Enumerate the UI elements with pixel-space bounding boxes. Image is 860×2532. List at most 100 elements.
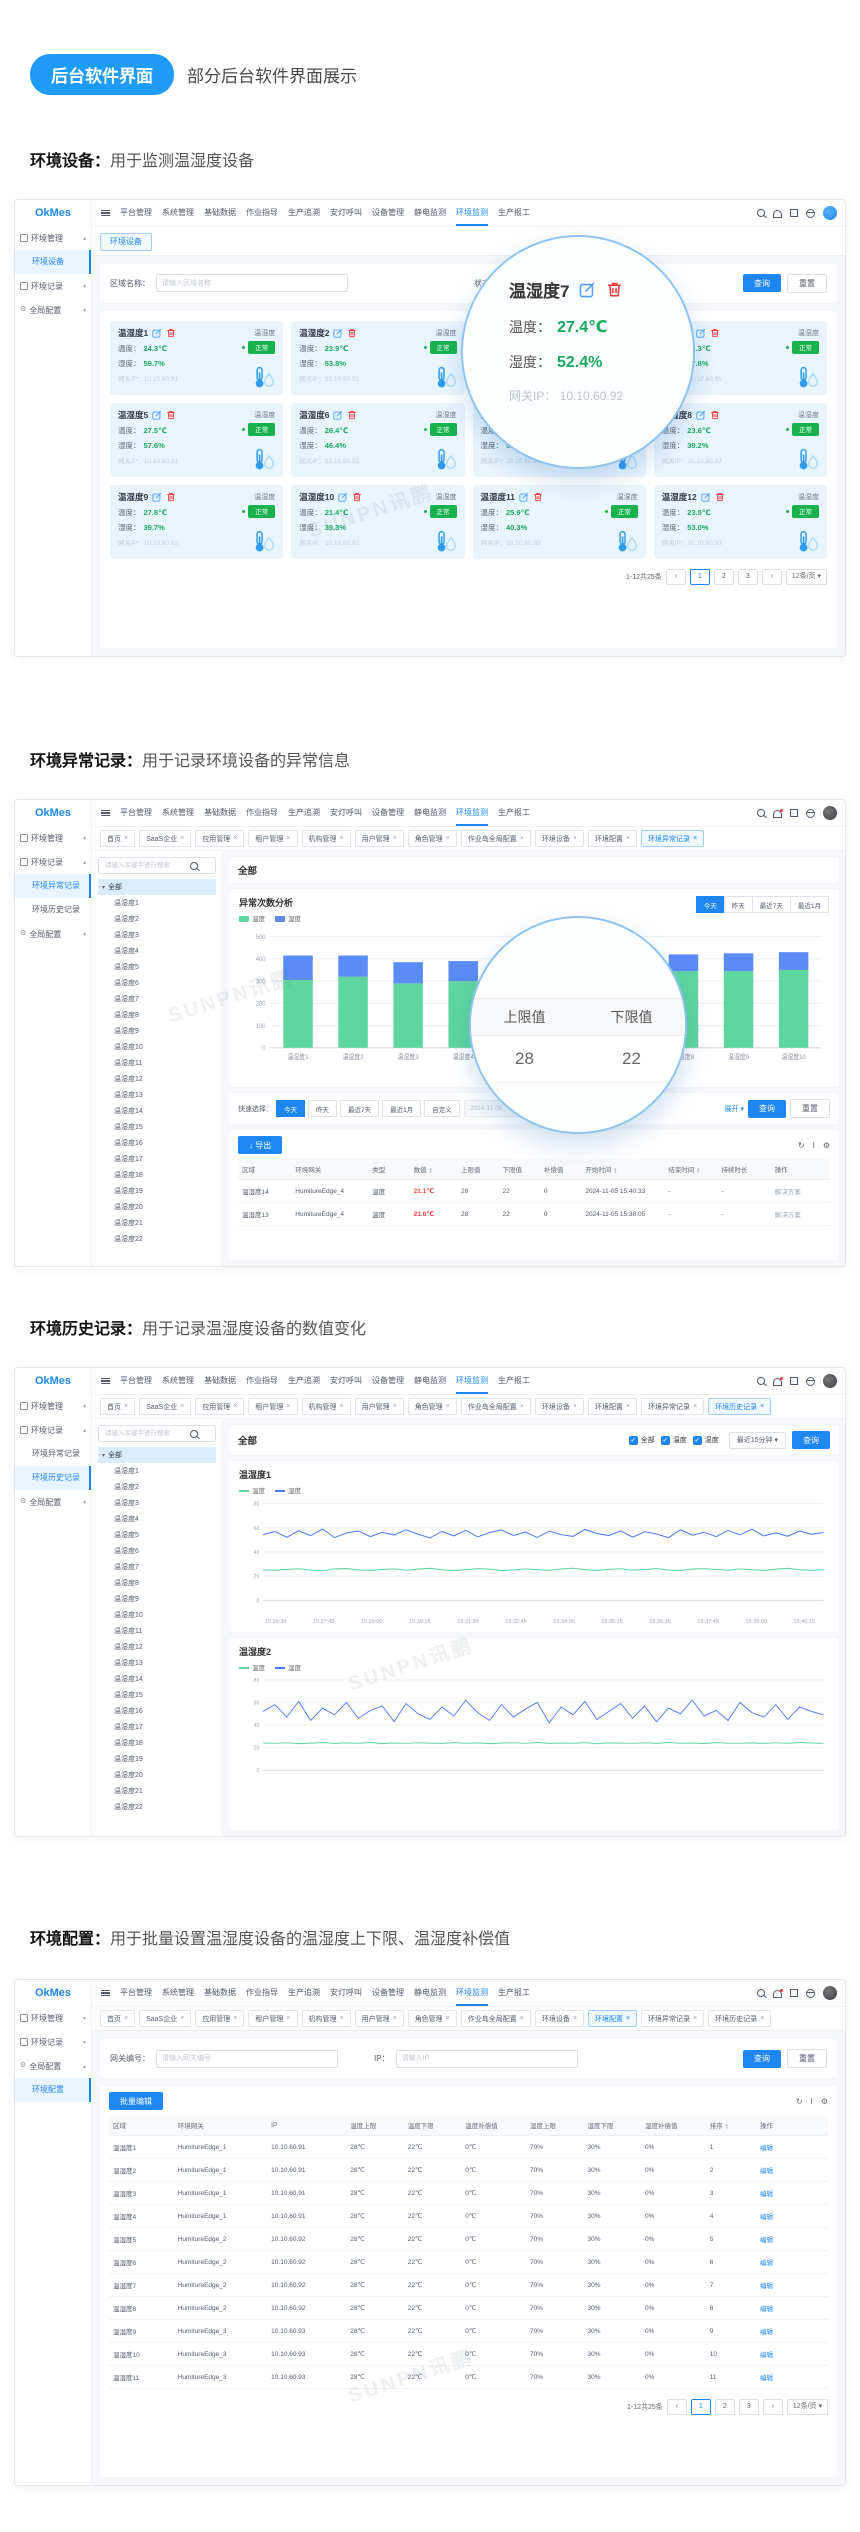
tree-item-温湿度4[interactable]: 温湿度4 (98, 1511, 216, 1527)
sort-icon[interactable]: ▲▼ (696, 1167, 700, 1174)
user-avatar[interactable] (823, 1374, 837, 1388)
tree-item-温湿度16[interactable]: 温湿度16 (98, 1135, 216, 1151)
fullscreen-icon[interactable] (790, 809, 798, 817)
close-icon[interactable]: × (393, 1403, 397, 1410)
sidebar-group-全局配置[interactable]: ⚙全局配置▾ (15, 298, 91, 322)
close-icon[interactable]: × (233, 2015, 237, 2022)
column-header[interactable]: 结束时间▲▼ (664, 1159, 717, 1180)
column-header[interactable]: 持续时长 (717, 1159, 770, 1180)
gateway-no-input[interactable] (156, 2050, 338, 2068)
table-settings-icon[interactable]: ⚙ (821, 2097, 828, 2106)
close-icon[interactable]: × (340, 835, 344, 842)
nav-item-作业指导[interactable]: 作业指导 (246, 1981, 278, 2006)
tree-item-温湿度10[interactable]: 温湿度10 (98, 1607, 216, 1623)
nav-item-安灯呼叫[interactable]: 安灯呼叫 (330, 1981, 362, 2006)
close-icon[interactable]: × (393, 835, 397, 842)
tree-item-温湿度9[interactable]: 温湿度9 (98, 1023, 216, 1039)
table-cell[interactable]: 编辑 (756, 2251, 828, 2274)
tree-item-温湿度3[interactable]: 温湿度3 (98, 1495, 216, 1511)
tree-item-温湿度9[interactable]: 温湿度9 (98, 1591, 216, 1607)
reset-button[interactable]: 重置 (787, 2049, 827, 2068)
tab-作业岛全局配置[interactable]: 作业岛全局配置× (461, 2010, 531, 2027)
fullscreen-icon[interactable] (790, 1377, 798, 1385)
checkbox-温度[interactable]: ✓温度 (661, 1435, 687, 1445)
tab-租户管理[interactable]: 租户管理× (248, 830, 297, 847)
close-icon[interactable]: × (393, 2015, 397, 2022)
edit-icon[interactable] (333, 328, 343, 338)
nav-item-静电监测[interactable]: 静电监测 (414, 801, 446, 826)
prev-page-button[interactable]: ‹ (666, 569, 686, 585)
nav-item-平台管理[interactable]: 平台管理 (120, 1369, 152, 1394)
search-button[interactable]: 查询 (743, 274, 781, 292)
language-icon[interactable] (806, 209, 815, 218)
close-icon[interactable]: × (693, 1403, 697, 1410)
edit-icon[interactable] (152, 328, 162, 338)
close-icon[interactable]: × (286, 2015, 290, 2022)
checkbox-湿度[interactable]: ✓湿度 (693, 1435, 719, 1445)
sidebar-item-环境历史记录[interactable]: 环境历史记录 (15, 898, 91, 922)
tree-item-温湿度7[interactable]: 温湿度7 (98, 1559, 216, 1575)
bell-icon[interactable] (773, 810, 782, 817)
tree-item-温湿度15[interactable]: 温湿度15 (98, 1119, 216, 1135)
tree-item-温湿度15[interactable]: 温湿度15 (98, 1687, 216, 1703)
close-icon[interactable]: × (626, 1403, 630, 1410)
edit-icon[interactable] (152, 492, 162, 502)
search-icon[interactable] (757, 209, 765, 217)
page-1-button[interactable]: 1 (690, 569, 710, 585)
user-avatar[interactable] (823, 1986, 837, 2000)
export-button[interactable]: ↓ 导出 (238, 1136, 282, 1154)
tree-item-温湿度17[interactable]: 温湿度17 (98, 1719, 216, 1735)
table-cell[interactable]: 编辑 (756, 2320, 828, 2343)
quick-button-最近7天[interactable]: 最近7天 (340, 1100, 379, 1117)
column-header[interactable]: 排序▲▼ (706, 2115, 756, 2136)
close-icon[interactable]: × (446, 1403, 450, 1410)
close-icon[interactable]: × (233, 835, 237, 842)
tab-环境配置[interactable]: 环境配置× (588, 830, 637, 847)
edit-icon[interactable] (338, 492, 348, 502)
close-icon[interactable]: × (180, 835, 184, 842)
tab-应用管理[interactable]: 应用管理× (195, 1398, 244, 1415)
tree-item-温湿度3[interactable]: 温湿度3 (98, 927, 216, 943)
sidebar-item-环境异常记录[interactable]: 环境异常记录 (15, 874, 91, 898)
search-icon[interactable] (757, 1377, 765, 1385)
tab-机构管理[interactable]: 机构管理× (302, 2010, 351, 2027)
nav-item-作业指导[interactable]: 作业指导 (246, 201, 278, 226)
close-icon[interactable]: × (520, 835, 524, 842)
tab-用户管理[interactable]: 用户管理× (355, 830, 404, 847)
close-icon[interactable]: × (693, 2015, 697, 2022)
nav-item-生产报工[interactable]: 生产报工 (498, 1369, 530, 1394)
nav-item-生产报工[interactable]: 生产报工 (498, 1981, 530, 2006)
expand-link[interactable]: 展开 ▾ (725, 1104, 744, 1114)
close-icon[interactable]: × (180, 2015, 184, 2022)
nav-item-安灯呼叫[interactable]: 安灯呼叫 (330, 801, 362, 826)
edit-icon[interactable] (701, 492, 711, 502)
column-header[interactable]: 温度补偿值 (461, 2115, 526, 2136)
edit-icon[interactable] (519, 492, 529, 502)
nav-item-环境监测[interactable]: 环境监测 (456, 1369, 488, 1394)
page-2-button[interactable]: 2 (715, 2399, 735, 2415)
sidebar-item-环境设备[interactable]: 环境设备 (15, 250, 91, 274)
column-height-icon[interactable]: I (813, 1141, 815, 1150)
tree-search[interactable] (98, 1425, 216, 1442)
sidebar-group-环境记录[interactable]: 环境记录▾ (15, 274, 91, 298)
column-header[interactable]: 湿度下限 (584, 2115, 642, 2136)
column-header[interactable]: 温度上限 (346, 2115, 404, 2136)
tab-首页[interactable]: 首页× (100, 1398, 135, 1415)
tree-item-温湿度13[interactable]: 温湿度13 (98, 1655, 216, 1671)
refresh-icon[interactable]: ↻ (798, 1141, 805, 1150)
tab-环境设备[interactable]: 环境设备× (535, 830, 584, 847)
quick-button-昨天[interactable]: 昨天 (308, 1100, 337, 1117)
close-icon[interactable]: × (124, 1403, 128, 1410)
tree-item-温湿度18[interactable]: 温湿度18 (98, 1167, 216, 1183)
column-header[interactable]: 温度下限 (404, 2115, 462, 2136)
tree-item-温湿度2[interactable]: 温湿度2 (98, 911, 216, 927)
delete-icon[interactable] (606, 281, 623, 298)
sidebar-group-全局配置[interactable]: ⚙全局配置▴ (15, 2054, 91, 2078)
tab-角色管理[interactable]: 角色管理× (408, 830, 457, 847)
nav-item-生产追溯[interactable]: 生产追溯 (288, 1369, 320, 1394)
page-1-button[interactable]: 1 (691, 2399, 711, 2415)
nav-item-平台管理[interactable]: 平台管理 (120, 1981, 152, 2006)
tree-item-温湿度1[interactable]: 温湿度1 (98, 895, 216, 911)
tab-用户管理[interactable]: 用户管理× (355, 1398, 404, 1415)
reset-button[interactable]: 重置 (787, 274, 827, 293)
